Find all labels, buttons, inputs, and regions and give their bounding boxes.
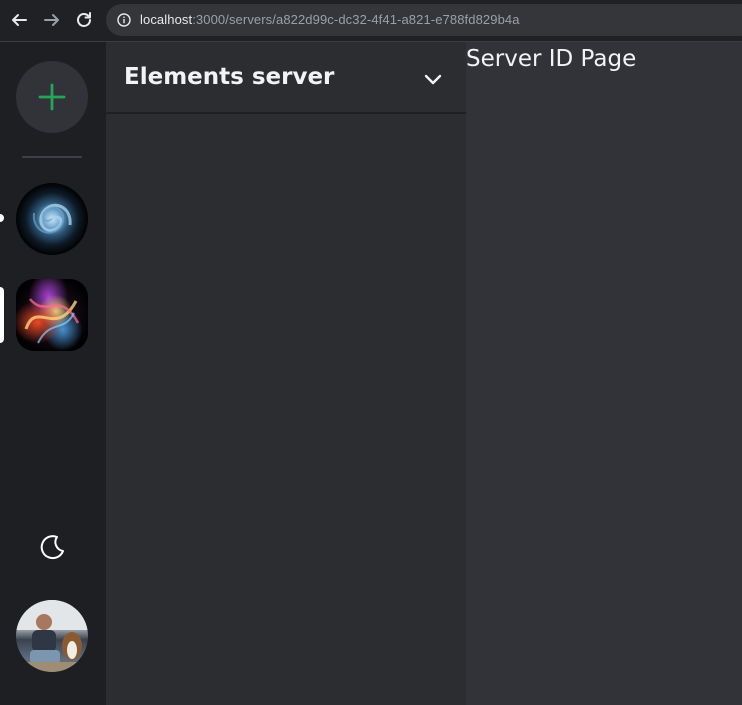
address-bar[interactable]: localhost:3000/servers/a822d99c-dc32-4f4… — [106, 4, 742, 36]
main-content: Server ID Page — [466, 42, 742, 705]
reload-icon — [77, 12, 91, 27]
url-path: :3000/servers/a822d99c-dc32-4f41-a821-e7… — [192, 12, 520, 27]
plus-icon — [38, 83, 66, 111]
forward-arrow-icon — [44, 14, 59, 26]
unread-indicator — [0, 214, 4, 222]
user-avatar[interactable] — [16, 600, 88, 672]
forward-button[interactable] — [41, 9, 63, 31]
url-text[interactable]: localhost:3000/servers/a822d99c-dc32-4f4… — [140, 12, 520, 27]
rail-separator — [22, 156, 82, 158]
url-host: localhost — [140, 12, 193, 27]
galaxy-image — [32, 203, 72, 234]
server-icon-elements[interactable] — [16, 279, 88, 351]
server-sidebar — [0, 42, 106, 705]
channel-sidebar: Elements server — [106, 42, 466, 705]
reload-button[interactable] — [73, 9, 95, 31]
server-icon-galaxy[interactable] — [16, 183, 88, 255]
theme-toggle-button[interactable] — [37, 532, 67, 562]
info-icon[interactable] — [117, 13, 131, 27]
server-header-dropdown[interactable]: Elements server — [106, 42, 466, 114]
chevron-down-icon — [424, 74, 442, 85]
active-server-indicator — [0, 287, 4, 343]
browser-toolbar: localhost:3000/servers/a822d99c-dc32-4f4… — [0, 0, 742, 42]
moon-icon — [40, 535, 64, 560]
page-title: Server ID Page — [466, 46, 637, 72]
back-button[interactable] — [8, 9, 30, 31]
abstract-art-image — [24, 298, 80, 344]
user-avatar-photo — [16, 600, 88, 672]
add-server-button[interactable] — [16, 61, 88, 133]
back-arrow-icon — [12, 14, 27, 26]
server-name: Elements server — [124, 64, 335, 90]
